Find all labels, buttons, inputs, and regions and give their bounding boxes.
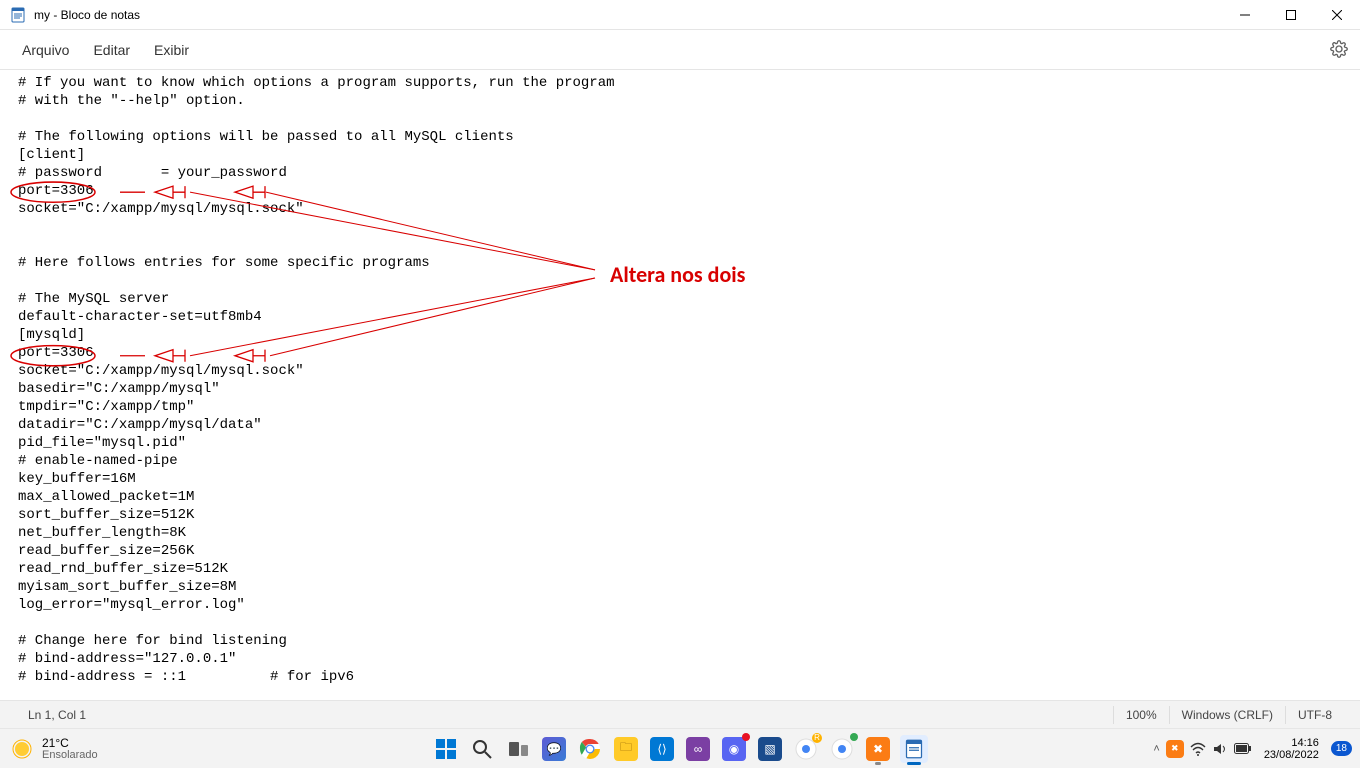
app-icon-blue: ▧ [758, 737, 782, 761]
xampp-icon: ✖ [866, 737, 890, 761]
weather-widget[interactable]: 21°C Ensolarado [10, 737, 98, 761]
weather-temp: 21°C [42, 737, 98, 749]
chrome-icon [578, 737, 602, 761]
taskbar-center: 💬 🗀 ⟨⟩ ∞ ◉ ▧ R ✖ [432, 735, 928, 763]
close-button[interactable] [1314, 0, 1360, 30]
wifi-icon[interactable] [1190, 741, 1206, 757]
taskbar-chat[interactable]: 💬 [540, 735, 568, 763]
maximize-button[interactable] [1268, 0, 1314, 30]
windows-icon [435, 738, 457, 760]
active-indicator-notepad [907, 762, 921, 765]
taskbar-visualstudio[interactable]: ∞ [684, 735, 712, 763]
visualstudio-icon: ∞ [686, 737, 710, 761]
notepad-icon [10, 7, 26, 23]
menu-file[interactable]: Arquivo [10, 36, 81, 64]
taskbar-discord[interactable]: ◉ [720, 735, 748, 763]
chat-icon: 💬 [542, 737, 566, 761]
status-position: Ln 1, Col 1 [16, 708, 98, 722]
maximize-icon [1286, 10, 1296, 20]
status-encoding: UTF-8 [1286, 708, 1344, 722]
search-button[interactable] [468, 735, 496, 763]
status-line-ending: Windows (CRLF) [1170, 708, 1285, 722]
volume-icon[interactable] [1212, 741, 1228, 757]
menubar: Arquivo Editar Exibir [0, 30, 1360, 70]
notepad-window: my - Bloco de notas Arquivo Editar Exibi… [0, 0, 1360, 768]
chrome-profile-icon [830, 737, 854, 761]
window-controls [1222, 0, 1360, 29]
statusbar: Ln 1, Col 1 100% Windows (CRLF) UTF-8 [0, 700, 1360, 728]
discord-icon: ◉ [722, 737, 746, 761]
taskbar-xampp[interactable]: ✖ [864, 735, 892, 763]
active-indicator-xampp [875, 762, 881, 765]
settings-button[interactable] [1330, 40, 1348, 63]
taskbar-notepad[interactable] [900, 735, 928, 763]
taskbar-chrome-profile[interactable] [828, 735, 856, 763]
sun-icon [10, 737, 34, 761]
taskbar-chrome-canary[interactable]: R [792, 735, 820, 763]
battery-icon[interactable] [1234, 743, 1252, 755]
taskbar-vscode[interactable]: ⟨⟩ [648, 735, 676, 763]
gear-icon [1330, 40, 1348, 58]
vscode-icon: ⟨⟩ [650, 737, 674, 761]
text-editor[interactable]: # If you want to know which options a pr… [0, 70, 1360, 700]
window-title: my - Bloco de notas [34, 8, 1222, 22]
search-icon [471, 738, 493, 760]
start-button[interactable] [432, 735, 460, 763]
clock[interactable]: 14:16 23/08/2022 [1264, 737, 1319, 761]
taskbar-explorer[interactable]: 🗀 [612, 735, 640, 763]
clock-date: 23/08/2022 [1264, 749, 1319, 761]
notepad-taskbar-icon [904, 739, 924, 759]
badge-r: R [812, 733, 822, 743]
minimize-icon [1240, 10, 1250, 20]
close-icon [1332, 10, 1342, 20]
clock-time: 14:16 [1291, 737, 1319, 749]
titlebar: my - Bloco de notas [0, 0, 1360, 30]
editor-area: # If you want to know which options a pr… [0, 70, 1360, 700]
minimize-button[interactable] [1222, 0, 1268, 30]
menu-view[interactable]: Exibir [142, 36, 201, 64]
notifications-badge[interactable]: 18 [1331, 741, 1352, 756]
taskbar: 21°C Ensolarado 💬 🗀 ⟨⟩ ∞ ◉ ▧ R [0, 728, 1360, 768]
task-view-icon [507, 738, 529, 760]
menu-edit[interactable]: Editar [81, 36, 142, 64]
tray-xampp-icon[interactable]: ✖ [1166, 740, 1184, 758]
notification-dot [742, 733, 750, 741]
weather-condition: Ensolarado [42, 749, 98, 761]
system-tray: ˄ ✖ 14:16 23/08/2022 18 [1153, 737, 1352, 761]
taskbar-chrome[interactable] [576, 735, 604, 763]
taskbar-app-blue[interactable]: ▧ [756, 735, 784, 763]
tray-chevron[interactable]: ˄ [1153, 743, 1159, 755]
status-zoom[interactable]: 100% [1114, 708, 1169, 722]
badge-dot-green [850, 733, 858, 741]
task-view-button[interactable] [504, 735, 532, 763]
folder-icon: 🗀 [614, 737, 638, 761]
